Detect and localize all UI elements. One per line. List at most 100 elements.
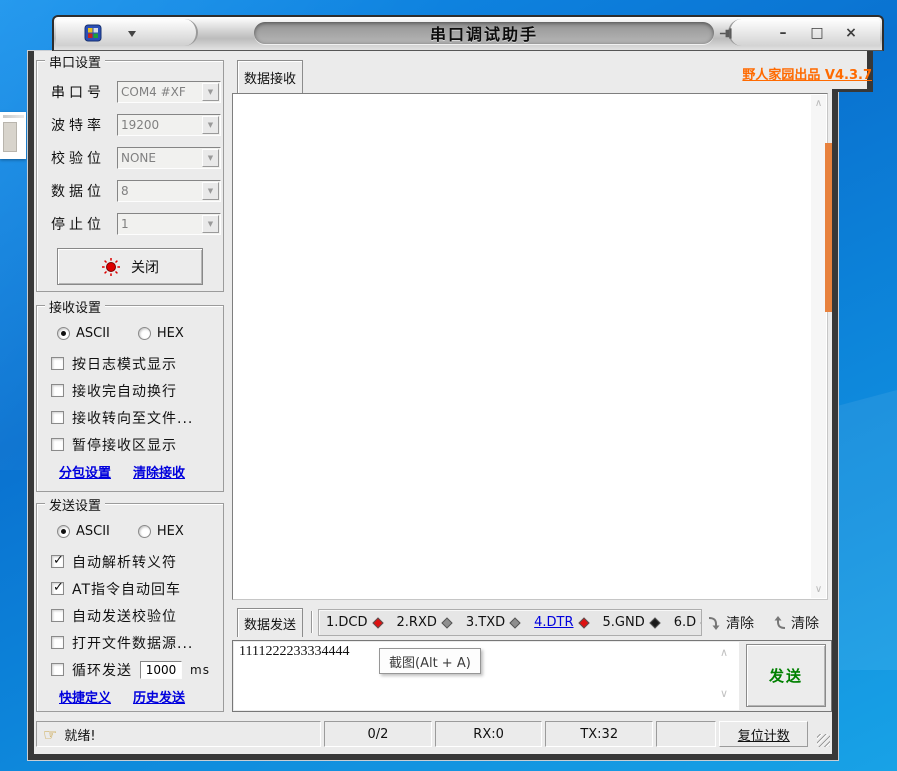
signal-dtr: 4.DTR xyxy=(534,615,587,630)
file-source-checkbox[interactable] xyxy=(51,636,64,649)
signal-txd: 3.TXD xyxy=(466,615,519,630)
orange-edge-strip xyxy=(825,143,832,312)
close-port-button[interactable]: 关闭 xyxy=(57,248,203,285)
brand-version-link[interactable]: 野人家园出品 V4.3.7 xyxy=(720,64,872,83)
close-window-button[interactable]: × xyxy=(840,23,862,43)
dropdown-arrow-icon[interactable] xyxy=(202,116,219,134)
title-pill: 串口调试助手 xyxy=(254,22,714,44)
signal-dsr: 6.D xyxy=(674,615,702,630)
databits-select[interactable]: 8 xyxy=(117,180,221,202)
field-row: 波特率 19200 xyxy=(51,114,223,136)
escape-parse-checkbox[interactable] xyxy=(51,555,64,568)
status-text: 就绪! xyxy=(64,725,95,744)
loop-send-label: 循环发送 xyxy=(72,660,132,680)
arrow-down-icon xyxy=(708,615,721,631)
parity-select[interactable]: NONE xyxy=(117,147,221,169)
ready-hand-icon xyxy=(43,725,57,744)
pin-icon[interactable] xyxy=(719,26,734,41)
field-row: 串口号 COM4 #XF xyxy=(51,81,223,103)
gnd-light-icon xyxy=(649,617,660,628)
baud-label: 波特率 xyxy=(51,115,117,135)
counter-segment: 0/2 xyxy=(324,721,432,747)
dcd-light-icon xyxy=(372,617,383,628)
scroll-down-icon[interactable]: ∨ xyxy=(720,687,728,700)
screenshot-tooltip: 截图(Alt + A) xyxy=(379,648,481,674)
scroll-up-icon[interactable]: ∧ xyxy=(720,646,728,659)
signal-rxd: 2.RXD xyxy=(397,615,451,630)
dtr-toggle-link[interactable]: 4.DTR xyxy=(534,615,573,630)
baud-select[interactable]: 19200 xyxy=(117,114,221,136)
window-titlebar[interactable]: 串口调试助手 – □ × xyxy=(52,15,884,51)
send-button[interactable]: 发送 xyxy=(746,644,826,707)
titlebar-left-zone xyxy=(56,19,198,46)
auto-newline-checkbox[interactable] xyxy=(51,384,64,397)
auto-parity-label: 自动发送校验位 xyxy=(72,606,177,626)
databits-label: 数据位 xyxy=(51,181,117,201)
signal-dcd: 1.DCD xyxy=(326,615,382,630)
pause-display-label: 暂停接收区显示 xyxy=(72,435,177,455)
group-title: 串口设置 xyxy=(45,52,105,71)
quick-define-link[interactable]: 快捷定义 xyxy=(59,687,111,706)
stopbits-select[interactable]: 1 xyxy=(117,213,221,235)
signal-lights-panel: 1.DCD 2.RXD 3.TXD 4.DTR 5.GND 6.D xyxy=(318,609,702,636)
log-mode-checkbox[interactable] xyxy=(51,357,64,370)
app-icon[interactable] xyxy=(84,24,102,42)
clear-receive-link[interactable]: 清除接收 xyxy=(133,462,185,481)
pause-display-checkbox[interactable] xyxy=(51,438,64,451)
port-label: 串口号 xyxy=(51,82,117,102)
send-ascii-radio[interactable] xyxy=(57,525,70,538)
window-title: 串口调试助手 xyxy=(430,21,538,45)
scroll-up-icon[interactable]: ∧ xyxy=(811,98,826,109)
packet-settings-link[interactable]: 分包设置 xyxy=(59,462,111,481)
serial-settings-group: 串口设置 串口号 COM4 #XF 波特率 19200 校验位 NONE 数据位 xyxy=(36,60,224,292)
port-select[interactable]: COM4 #XF xyxy=(117,81,221,103)
log-mode-label: 按日志模式显示 xyxy=(72,354,177,374)
minimize-button[interactable]: – xyxy=(772,23,794,43)
led-icon xyxy=(101,257,121,277)
auto-newline-label: 接收完自动换行 xyxy=(72,381,177,401)
redirect-file-label: 接收转向至文件... xyxy=(72,408,193,428)
reset-count-button[interactable]: 复位计数 xyxy=(719,721,808,747)
field-row: 停止位 1 xyxy=(51,213,223,235)
clear-receive-button[interactable]: 清除 xyxy=(708,609,754,636)
group-title: 接收设置 xyxy=(45,297,105,316)
recv-hex-label: HEX xyxy=(157,326,184,341)
loop-send-checkbox[interactable] xyxy=(51,663,64,676)
send-settings-group: 发送设置 ASCII HEX 自动解析转义符 AT指令自动回车 自动发送校验位 … xyxy=(36,503,224,712)
receive-scrollbar[interactable]: ∧ ∨ xyxy=(811,95,826,598)
recv-hex-radio[interactable] xyxy=(138,327,151,340)
dropdown-arrow-icon[interactable] xyxy=(202,83,219,101)
maximize-button[interactable]: □ xyxy=(806,23,828,43)
receive-textarea[interactable]: ∧ ∨ xyxy=(232,93,828,600)
redirect-file-checkbox[interactable] xyxy=(51,411,64,424)
escape-parse-label: 自动解析转义符 xyxy=(72,552,177,572)
field-row: 数据位 8 xyxy=(51,180,223,202)
scroll-down-icon[interactable]: ∨ xyxy=(811,584,826,595)
dropdown-arrow-icon[interactable] xyxy=(202,215,219,233)
stopbits-label: 停止位 xyxy=(51,214,117,234)
loop-interval-input[interactable] xyxy=(140,661,182,679)
history-send-link[interactable]: 历史发送 xyxy=(133,687,185,706)
dropdown-arrow-icon[interactable] xyxy=(202,182,219,200)
send-hex-radio[interactable] xyxy=(138,525,151,538)
tab-data-send[interactable]: 数据发送 xyxy=(237,608,303,637)
thumbnail-content xyxy=(3,122,17,152)
send-input[interactable]: 1111222233334444 xyxy=(234,642,739,710)
recv-ascii-radio[interactable] xyxy=(57,327,70,340)
menu-arrow-icon[interactable] xyxy=(128,31,136,41)
status-message-segment: 就绪! xyxy=(36,721,321,747)
dropdown-arrow-icon[interactable] xyxy=(202,149,219,167)
send-panel: 1111222233334444 ∧ ∨ 发送 xyxy=(232,640,832,712)
desktop-thumbnail[interactable] xyxy=(0,112,26,159)
auto-parity-checkbox[interactable] xyxy=(51,609,64,622)
send-ascii-label: ASCII xyxy=(76,524,110,539)
clear-send-button[interactable]: 清除 xyxy=(773,609,819,636)
status-bar: 就绪! 0/2 RX:0 TX:32 复位计数 xyxy=(36,717,830,751)
at-return-checkbox[interactable] xyxy=(51,582,64,595)
resize-grip[interactable] xyxy=(817,734,830,747)
empty-segment xyxy=(656,721,716,747)
tab-data-receive[interactable]: 数据接收 xyxy=(237,60,303,93)
rxd-light-icon xyxy=(441,617,452,628)
recv-ascii-label: ASCII xyxy=(76,326,110,341)
arrow-up-icon xyxy=(773,615,786,631)
